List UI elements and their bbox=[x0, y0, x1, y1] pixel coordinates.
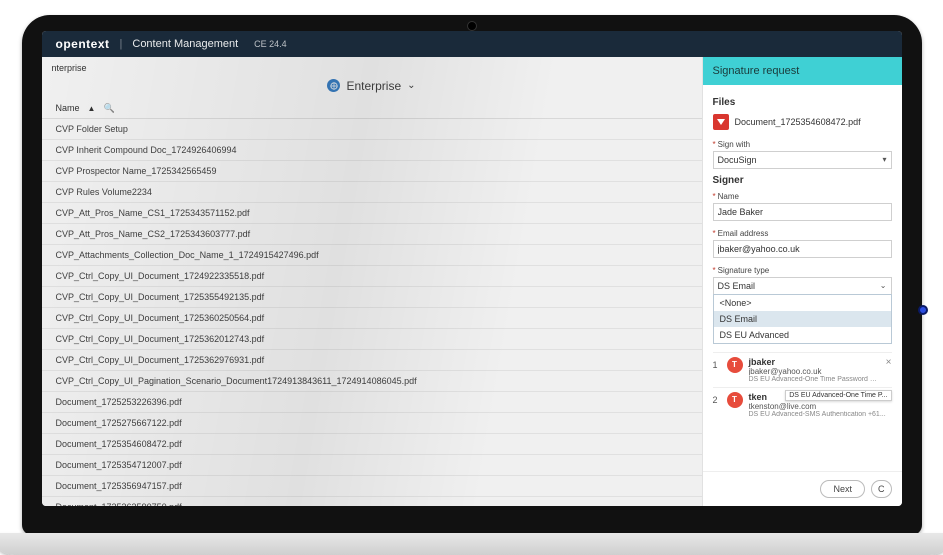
files-label: Files bbox=[713, 97, 892, 108]
signer-section-label: Signer bbox=[713, 175, 892, 186]
signers-list: 1Tjbakerjbaker@yahoo.co.ukDS EU Advanced… bbox=[713, 352, 892, 422]
content-area: nterprise Enterprise ⌄ Name ▲ 🔍 CVP Fold… bbox=[42, 57, 702, 506]
file-name: Document_1725354608472.pdf bbox=[735, 117, 861, 127]
product-name: Content Management bbox=[132, 38, 238, 50]
sigtype-select[interactable]: DS Email ⌄ bbox=[713, 277, 892, 295]
main-area: nterprise Enterprise ⌄ Name ▲ 🔍 CVP Fold… bbox=[42, 57, 902, 506]
table-row[interactable]: CVP_Ctrl_Copy_UI_Document_1724922335518.… bbox=[42, 266, 702, 287]
cancel-button[interactable]: C bbox=[871, 480, 892, 498]
panel-body: Files Document_1725354608472.pdf Sign wi… bbox=[703, 85, 902, 471]
email-label: Email address bbox=[713, 229, 892, 238]
avatar: T bbox=[727, 357, 743, 373]
file-row[interactable]: Document_1725354608472.pdf bbox=[713, 114, 892, 130]
rows-container: CVP Folder SetupCVP Inherit Compound Doc… bbox=[42, 119, 702, 506]
table-row[interactable]: CVP Prospector Name_1725342565459 bbox=[42, 161, 702, 182]
name-input[interactable] bbox=[713, 203, 892, 221]
laptop-base bbox=[0, 533, 943, 555]
sigtype-dropdown: <None>DS EmailDS EU Advanced bbox=[713, 294, 892, 344]
breadcrumb-fragment: nterprise bbox=[42, 57, 702, 73]
signer-row[interactable]: 2Ttkentkenston@live.comDS EU Advanced-SM… bbox=[713, 387, 892, 422]
breadcrumb[interactable]: Enterprise ⌄ bbox=[42, 73, 702, 103]
table-row[interactable]: CVP_Att_Pros_Name_CS2_1725343603777.pdf bbox=[42, 224, 702, 245]
laptop-frame: opentext | Content Management CE 24.4 nt… bbox=[22, 15, 922, 535]
topbar: opentext | Content Management CE 24.4 bbox=[42, 31, 902, 57]
signer-number: 1 bbox=[713, 357, 721, 370]
panel-footer: Next C bbox=[703, 471, 902, 506]
table-row[interactable]: CVP_Ctrl_Copy_UI_Document_1725362012743.… bbox=[42, 329, 702, 350]
email-input[interactable] bbox=[713, 240, 892, 258]
caret-down-icon: ⌄ bbox=[880, 281, 887, 290]
table-row[interactable]: Document_1725363590750.pdf bbox=[42, 497, 702, 506]
table-row[interactable]: Document_1725354608472.pdf bbox=[42, 434, 702, 455]
signer-row[interactable]: 1Tjbakerjbaker@yahoo.co.ukDS EU Advanced… bbox=[713, 352, 892, 387]
table-row[interactable]: Document_1725253226396.pdf bbox=[42, 392, 702, 413]
option[interactable]: DS EU Advanced bbox=[714, 327, 891, 343]
table-row[interactable]: Document_1725356947157.pdf bbox=[42, 476, 702, 497]
product-version: CE 24.4 bbox=[254, 39, 287, 49]
tooltip: DS EU Advanced-One Time P... bbox=[785, 390, 891, 401]
logo: opentext bbox=[56, 37, 110, 51]
next-button[interactable]: Next bbox=[820, 480, 865, 498]
table-row[interactable]: CVP_Ctrl_Copy_UI_Document_1725355492135.… bbox=[42, 287, 702, 308]
option[interactable]: DS Email bbox=[714, 311, 891, 327]
globe-icon bbox=[327, 79, 340, 92]
screen: opentext | Content Management CE 24.4 nt… bbox=[42, 31, 902, 506]
column-header[interactable]: Name ▲ 🔍 bbox=[42, 103, 702, 119]
table-row[interactable]: CVP_Att_Pros_Name_CS1_1725343571152.pdf bbox=[42, 203, 702, 224]
table-row[interactable]: CVP_Ctrl_Copy_UI_Document_1725362976931.… bbox=[42, 350, 702, 371]
camera-dot bbox=[467, 21, 477, 31]
table-row[interactable]: CVP Folder Setup bbox=[42, 119, 702, 140]
signer-meta: DS EU Advanced-One Time Password +111 bbox=[749, 376, 880, 383]
sort-arrow-icon: ▲ bbox=[88, 104, 96, 113]
pdf-icon bbox=[713, 114, 729, 130]
sigtype-value: DS Email bbox=[718, 281, 756, 291]
search-icon[interactable]: 🔍 bbox=[103, 103, 114, 114]
signer-info: jbakerjbaker@yahoo.co.ukDS EU Advanced-O… bbox=[749, 357, 880, 383]
table-row[interactable]: Document_1725275667122.pdf bbox=[42, 413, 702, 434]
option[interactable]: <None> bbox=[714, 295, 891, 311]
signature-panel: Signature request Files Document_1725354… bbox=[702, 57, 902, 506]
table-row[interactable]: CVP_Ctrl_Copy_UI_Pagination_Scenario_Doc… bbox=[42, 371, 702, 392]
signer-meta: DS EU Advanced-SMS Authentication +61... bbox=[749, 411, 892, 418]
name-label: Name bbox=[713, 192, 892, 201]
breadcrumb-label: Enterprise bbox=[346, 79, 401, 93]
divider: | bbox=[120, 38, 123, 50]
column-name-label: Name bbox=[56, 103, 80, 113]
table-row[interactable]: CVP_Ctrl_Copy_UI_Document_1725360250564.… bbox=[42, 308, 702, 329]
chevron-down-icon: ⌄ bbox=[407, 80, 415, 91]
avatar: T bbox=[727, 392, 743, 408]
signer-email: tkenston@live.com bbox=[749, 402, 892, 411]
caret-down-icon: ▾ bbox=[882, 155, 886, 164]
sigtype-label: Signature type bbox=[713, 266, 892, 275]
panel-title: Signature request bbox=[703, 57, 902, 85]
signer-email: jbaker@yahoo.co.uk bbox=[749, 367, 880, 376]
side-indicator bbox=[918, 305, 928, 315]
sign-with-value: DocuSign bbox=[718, 155, 757, 165]
signer-name: jbaker bbox=[749, 357, 880, 367]
table-row[interactable]: CVP_Attachments_Collection_Doc_Name_1_17… bbox=[42, 245, 702, 266]
sign-with-label: Sign with bbox=[713, 140, 892, 149]
signer-number: 2 bbox=[713, 392, 721, 405]
remove-signer-icon[interactable]: × bbox=[886, 357, 892, 368]
table-row[interactable]: Document_1725354712007.pdf bbox=[42, 455, 702, 476]
table-row[interactable]: CVP Rules Volume2234 bbox=[42, 182, 702, 203]
sign-with-select[interactable]: DocuSign ▾ bbox=[713, 151, 892, 169]
table-row[interactable]: CVP Inherit Compound Doc_1724926406994 bbox=[42, 140, 702, 161]
